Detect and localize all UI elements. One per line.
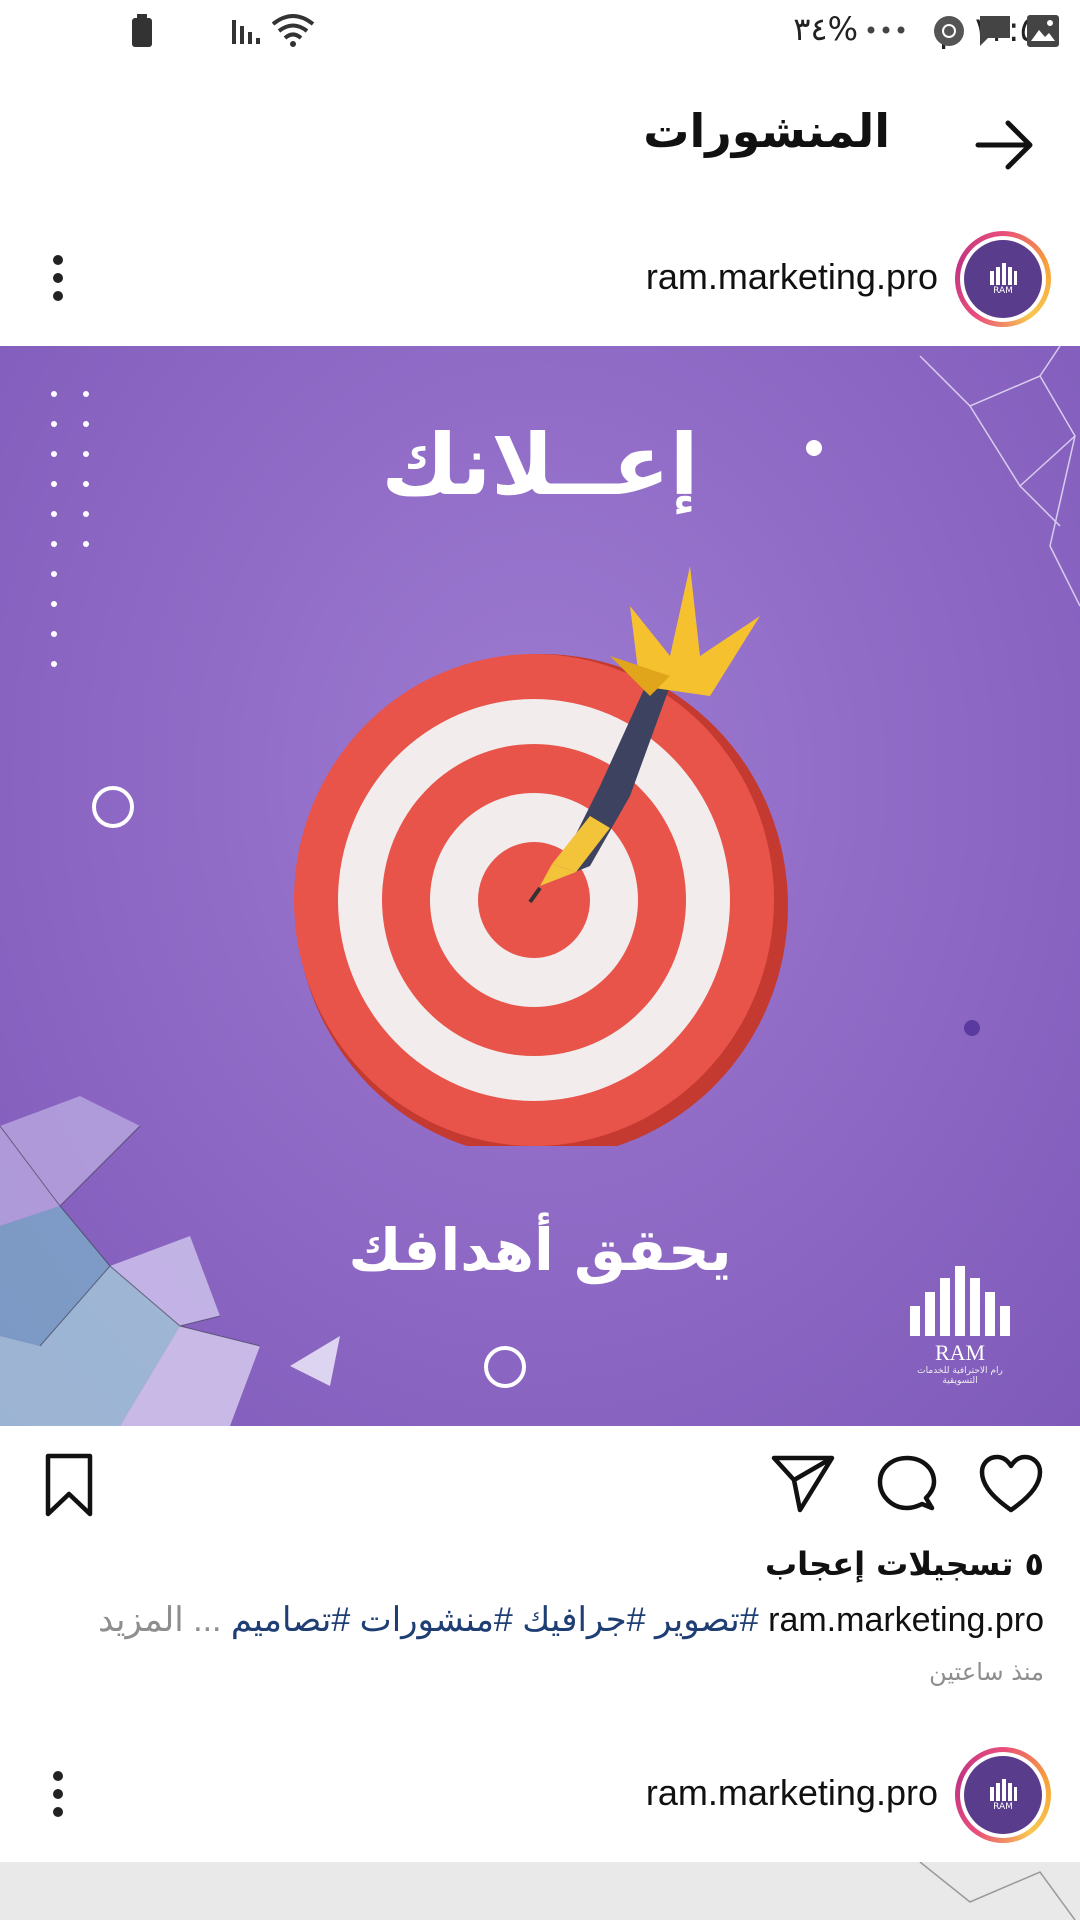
dot-decoration [964,1020,980,1036]
battery-icon [132,14,152,47]
like-heart-icon[interactable] [978,1452,1044,1518]
more-options-icon[interactable] [38,248,78,308]
post-timestamp: منذ ساعتين [929,1658,1044,1686]
ring-decoration [484,1346,526,1388]
chrome-icon [934,16,964,46]
share-send-icon[interactable] [770,1452,836,1518]
post-image[interactable]: إعــلانك يحقق أهدافك RAM رام الاحترافية … [0,346,1080,1426]
message-icon [980,16,1010,46]
target-dart-icon [294,566,788,1146]
brand-tagline: رام الاحترافية للخدمات التسويقية [917,1366,1003,1386]
like-count[interactable]: ٥ تسجيلات إعجاب [765,1545,1044,1583]
signal-icon [232,20,260,44]
post-caption: ram.marketing.pro #تصوير #جرافيك #منشورا… [98,1600,1044,1640]
gallery-icon [1027,15,1059,47]
post-username[interactable]: ram.marketing.pro [646,256,938,298]
building-logo-icon [910,1266,1010,1336]
more-dots-icon [867,26,905,34]
image-headline: إعــلانك [381,416,699,514]
next-post-image[interactable] [0,1862,1080,1920]
caption-more-link[interactable]: ... المزيد [98,1601,221,1639]
page-title: المنشورات [643,104,890,158]
next-post-username[interactable]: ram.marketing.pro [646,1772,938,1814]
battery-percentage: %٣٤ [793,10,858,48]
brand-name: RAM [934,1340,986,1365]
status-bar: ١٢:٥٣ م %٣٤ [0,0,1080,62]
wifi-icon [271,14,315,47]
ring-decoration [92,786,134,828]
building-logo-icon [990,262,1017,285]
comment-icon[interactable] [874,1452,940,1518]
network-decoration [919,1862,1076,1920]
avatar-label: RAM [993,285,1013,296]
brand-logo: RAM رام الاحترافية للخدمات التسويقية [900,1266,1020,1386]
caption-hashtags[interactable]: #تصوير #جرافيك #منشورات #تصاميم [231,1601,759,1639]
arrow-right-icon[interactable] [972,115,1038,175]
more-options-icon[interactable] [38,1764,78,1824]
avatar[interactable]: RAM [955,231,1051,327]
page-header [0,62,1080,212]
building-logo-icon [990,1778,1017,1801]
next-post-avatar[interactable]: RAM [955,1747,1051,1843]
caption-username[interactable]: ram.marketing.pro [768,1601,1044,1639]
avatar-label: RAM [993,1801,1013,1812]
bookmark-icon[interactable] [36,1452,102,1518]
